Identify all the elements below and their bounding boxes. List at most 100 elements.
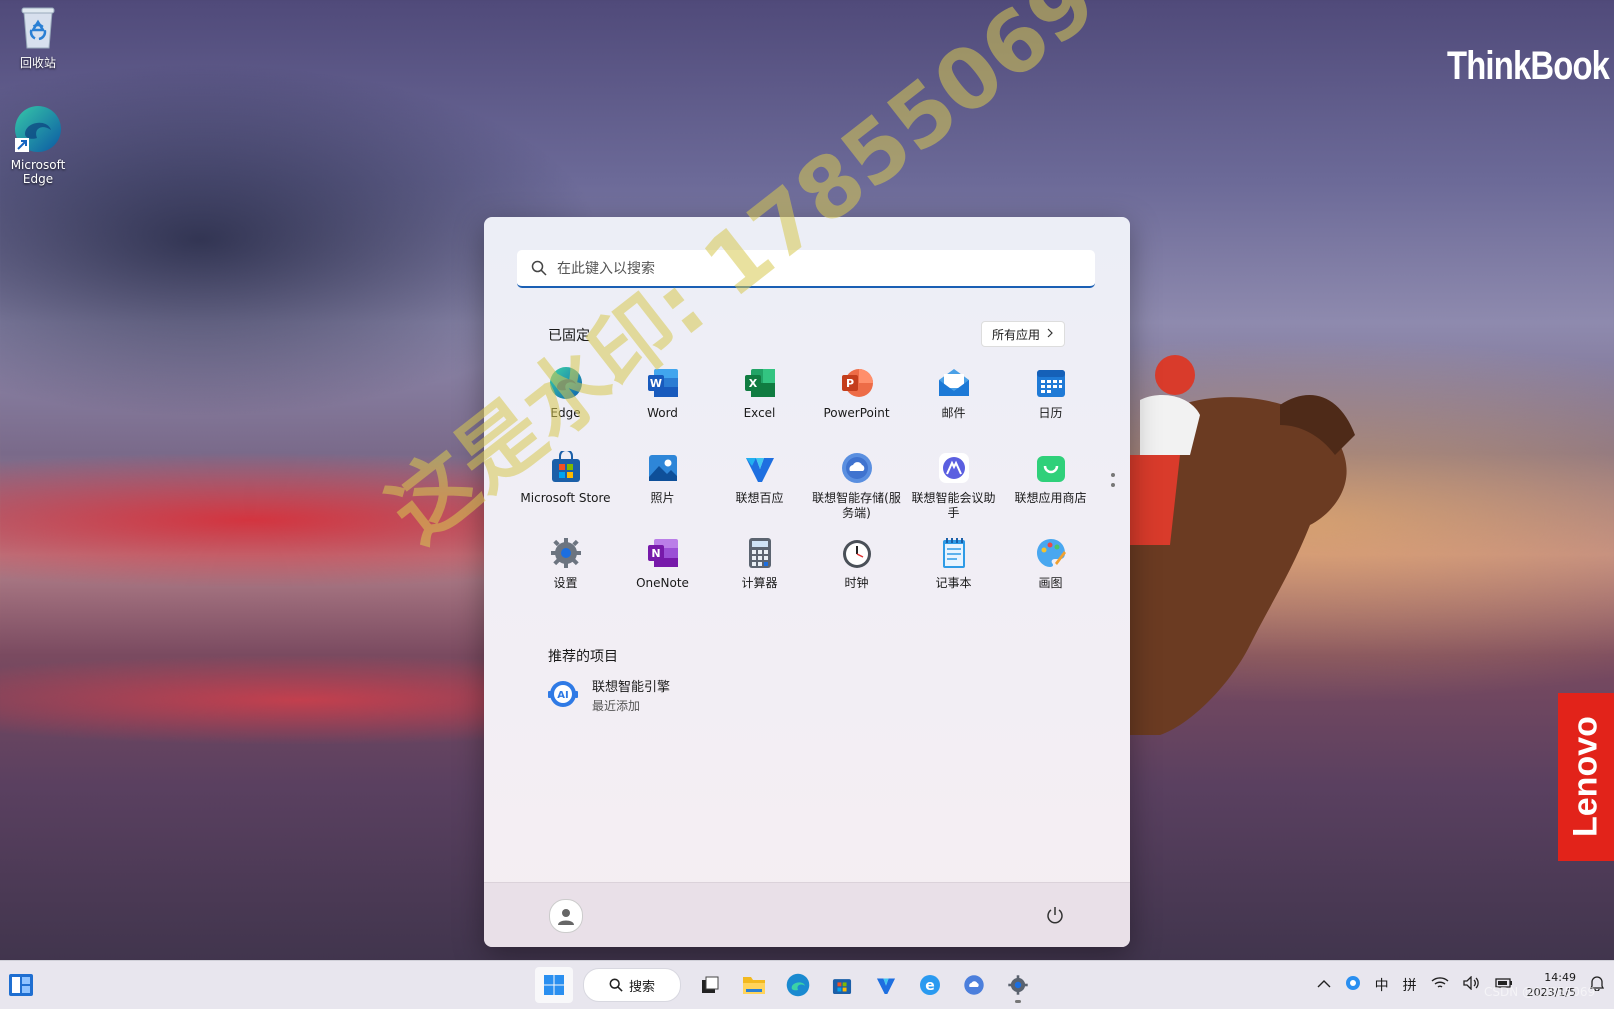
start-menu-footer — [484, 882, 1130, 947]
folder-icon — [743, 977, 765, 994]
edge-icon — [549, 366, 583, 400]
taskbar-microsoft-store[interactable] — [823, 967, 861, 1003]
settings-icon — [1008, 975, 1028, 995]
taskbar-lenovo-storage[interactable] — [955, 967, 993, 1003]
wifi-button[interactable] — [1431, 976, 1449, 994]
svg-text:AI: AI — [557, 690, 568, 701]
search-icon — [531, 260, 547, 276]
lenovo-appstore-icon — [1034, 451, 1068, 485]
volume-button[interactable] — [1462, 975, 1481, 994]
recommended-item-name: 联想智能引擎 — [592, 680, 671, 695]
pinned-app-photos[interactable]: 照片 — [614, 447, 711, 532]
recommended-item[interactable]: AI 联想智能引擎 最近添加 — [546, 676, 670, 714]
pinned-apps-grid: Edge W Word X Excel P PowerPoint 邮件 日历 M… — [517, 362, 1099, 617]
taskbar-search[interactable]: 搜索 — [583, 968, 681, 1002]
word-icon: W — [646, 366, 680, 400]
taskbar-ie[interactable]: e — [911, 967, 949, 1003]
taskbar-edge[interactable] — [779, 967, 817, 1003]
svg-text:e: e — [925, 978, 935, 994]
pinned-app-lenovo-appstore[interactable]: 联想应用商店 — [1002, 447, 1099, 532]
taskbar-file-explorer[interactable] — [735, 967, 773, 1003]
lenovo-baiying-icon — [876, 978, 896, 995]
clock-icon — [840, 536, 874, 570]
pinned-app-paint[interactable]: 画图 — [1002, 532, 1099, 617]
notepad-icon — [937, 536, 971, 570]
app-label: 联想智能存储(服务端) — [812, 491, 901, 520]
pinned-app-lenovo-storage[interactable]: 联想智能存储(服务端) — [808, 447, 905, 532]
pinned-app-calculator[interactable]: 计算器 — [711, 532, 808, 617]
widgets-button[interactable] — [8, 973, 34, 1001]
paint-icon — [1034, 536, 1068, 570]
start-button[interactable] — [535, 967, 573, 1003]
start-search-box[interactable]: 在此键入以搜索 — [517, 250, 1095, 288]
all-apps-label: 所有应用 — [991, 327, 1040, 342]
internet-explorer-icon: e — [920, 975, 940, 995]
lenovo-meeting-icon — [937, 451, 971, 485]
lenovo-storage-icon — [840, 451, 874, 485]
app-label: Edge — [550, 406, 581, 420]
search-icon — [609, 978, 623, 992]
user-avatar[interactable] — [549, 899, 583, 933]
app-label: PowerPoint — [823, 406, 890, 420]
app-label: OneNote — [636, 576, 689, 590]
svg-text:N: N — [651, 547, 660, 560]
lenovo-baiying-icon — [743, 451, 777, 485]
pinned-app-mail[interactable]: 邮件 — [905, 362, 1002, 447]
pinned-app-word[interactable]: W Word — [614, 362, 711, 447]
thinkbook-logo: ThinkBook — [1447, 44, 1610, 88]
volume-icon — [1462, 975, 1479, 991]
search-placeholder: 在此键入以搜索 — [557, 261, 655, 277]
all-apps-button[interactable]: 所有应用 — [981, 321, 1065, 347]
app-label: 照片 — [650, 491, 675, 505]
pinned-app-powerpoint[interactable]: P PowerPoint — [808, 362, 905, 447]
taskbar-search-label: 搜索 — [628, 979, 655, 995]
tray-app-icon[interactable] — [1345, 975, 1361, 995]
app-label: 联想智能会议助手 — [911, 491, 996, 520]
desktop-icon-label: 回收站 — [19, 56, 56, 70]
app-label: 画图 — [1038, 576, 1063, 590]
chevron-right-icon — [1046, 327, 1054, 341]
lenovo-storage-icon — [964, 975, 984, 995]
wifi-icon — [1431, 977, 1449, 988]
task-view-icon — [702, 976, 719, 993]
power-button[interactable] — [1045, 905, 1065, 929]
windows-logo-icon — [544, 975, 564, 995]
ime-language-indicator[interactable]: 中 — [1375, 975, 1389, 995]
desktop-icon-edge[interactable]: Microsoft Edge — [0, 104, 78, 186]
page-indicator-dots[interactable] — [1111, 473, 1115, 493]
pinned-app-onenote[interactable]: N OneNote — [614, 532, 711, 617]
powerpoint-icon: P — [840, 366, 874, 400]
pinned-app-lenovo-meeting[interactable]: 联想智能会议助手 — [905, 447, 1002, 532]
pinned-app-excel[interactable]: X Excel — [711, 362, 808, 447]
pinned-app-calendar[interactable]: 日历 — [1002, 362, 1099, 447]
task-view-button[interactable] — [691, 967, 729, 1003]
app-label: Microsoft Store — [520, 491, 611, 505]
app-label: 设置 — [553, 576, 578, 590]
desktop-icon-label: Microsoft Edge — [10, 158, 66, 186]
taskbar: 搜索 e 中 拼 14:49 2023/1/5 — [0, 960, 1614, 1009]
taskbar-lenovo-baiying[interactable] — [867, 967, 905, 1003]
csdn-watermark: CSDN @17855069 — [1484, 985, 1596, 999]
pinned-app-clock[interactable]: 时钟 — [808, 532, 905, 617]
pinned-app-microsoft-store[interactable]: Microsoft Store — [517, 447, 614, 532]
pinned-app-lenovo-baiying[interactable]: 联想百应 — [711, 447, 808, 532]
svg-text:P: P — [845, 377, 853, 390]
user-icon — [558, 909, 574, 925]
start-menu: 在此键入以搜索 已固定 所有应用 Edge W Word X Excel P P… — [484, 217, 1130, 947]
pinned-app-settings[interactable]: 设置 — [517, 532, 614, 617]
pinned-app-notepad[interactable]: 记事本 — [905, 532, 1002, 617]
taskbar-apps: 搜索 e — [535, 967, 1037, 1003]
app-label: 记事本 — [935, 576, 972, 590]
desktop-icon-recycle-bin[interactable]: 回收站 — [0, 4, 78, 71]
app-label: 计算器 — [741, 576, 778, 590]
recommended-section-title: 推荐的项目 — [548, 649, 618, 665]
settings-icon — [549, 536, 583, 570]
recycle-bin-icon — [18, 4, 58, 50]
taskbar-settings[interactable] — [999, 967, 1037, 1003]
show-hidden-icons-button[interactable] — [1317, 977, 1331, 993]
lenovo-ai-engine-icon: AI — [546, 676, 580, 714]
ime-mode-indicator[interactable]: 拼 — [1403, 975, 1417, 995]
onenote-icon: N — [646, 536, 680, 570]
running-indicator — [1015, 1000, 1021, 1003]
pinned-app-edge[interactable]: Edge — [517, 362, 614, 447]
